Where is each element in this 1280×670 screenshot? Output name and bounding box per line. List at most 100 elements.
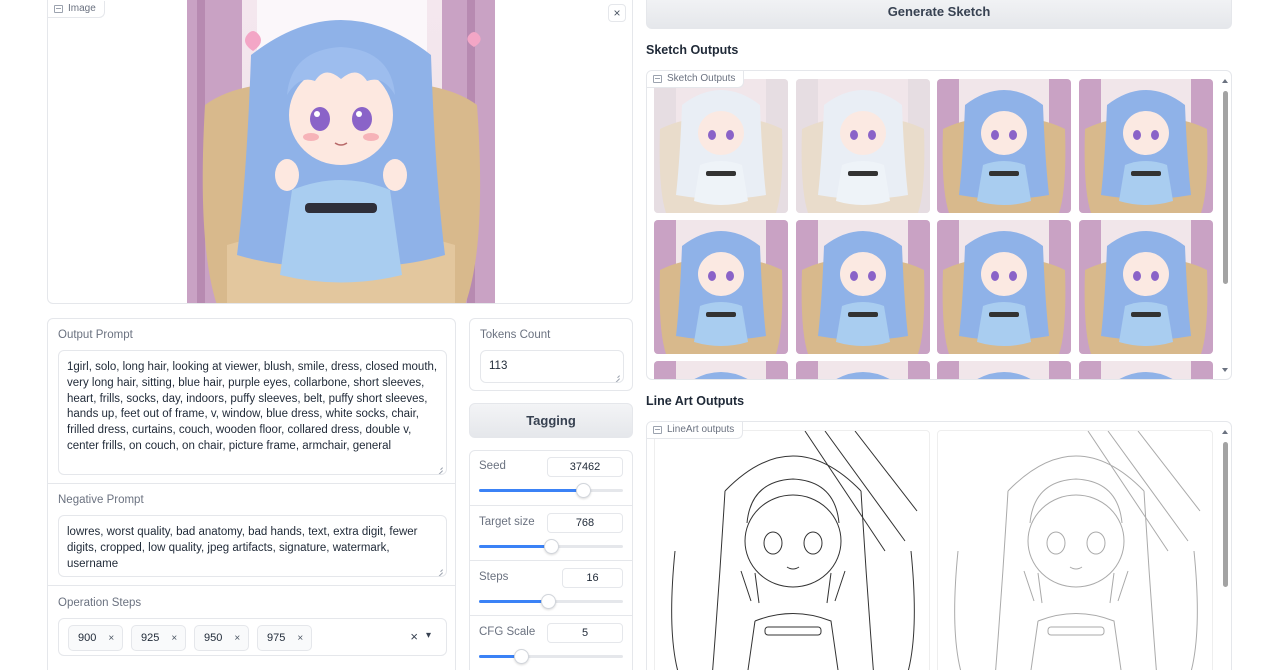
steps-track[interactable] — [479, 594, 623, 609]
step-chip[interactable]: 975 × — [257, 625, 313, 651]
sketch-image — [795, 361, 930, 379]
cfg-scale-track[interactable] — [479, 649, 623, 664]
sketch-gallery-label-text: Sketch Outputs — [667, 73, 736, 84]
seed-number-input[interactable]: 37462 — [547, 457, 623, 477]
target-size-track-fill — [479, 545, 551, 548]
sketch-thumbnail[interactable] — [654, 220, 788, 354]
steps-track-fill — [479, 600, 549, 603]
step-chip[interactable]: 950 × — [194, 625, 250, 651]
input-image[interactable] — [187, 0, 495, 303]
remove-chip-icon[interactable]: × — [234, 633, 240, 644]
sketch-gallery: Sketch Outputs — [646, 70, 1232, 380]
cfg-scale-slider-handle[interactable] — [513, 649, 529, 664]
sketch-thumbnail[interactable] — [937, 361, 1071, 379]
step-chip-value: 975 — [267, 632, 286, 644]
cfg-scale-slider: CFG Scale 5 — [469, 615, 633, 669]
scroll-up-icon[interactable] — [1222, 430, 1228, 434]
sketch-image — [795, 79, 930, 213]
resize-handle-icon[interactable] — [613, 372, 620, 379]
steps-number-input[interactable]: 16 — [562, 568, 623, 588]
sketch-image — [654, 220, 788, 354]
scroll-down-icon[interactable] — [1222, 368, 1228, 372]
sketch-image — [795, 220, 930, 354]
image-panel: Image × — [47, 0, 633, 304]
sketch-thumbnail[interactable] — [795, 220, 930, 354]
sketch-image — [937, 361, 1071, 379]
tagging-button[interactable]: Tagging — [469, 403, 633, 438]
step-chip-value: 900 — [78, 632, 97, 644]
target-size-track[interactable] — [479, 539, 623, 554]
operation-steps-multiselect[interactable]: 900 × 925 × 950 × 975 × × ▾ — [58, 618, 447, 656]
steps-slider-handle[interactable] — [541, 594, 557, 609]
target-size-slider: Target size 768 — [469, 505, 633, 559]
gallery-icon — [653, 74, 662, 83]
sketch-outputs-title: Sketch Outputs — [646, 43, 739, 57]
sketch-image — [1078, 220, 1213, 354]
sketch-image — [937, 79, 1071, 213]
lineart-image — [671, 431, 918, 670]
resize-handle-icon[interactable] — [436, 464, 443, 471]
cfg-scale-number-input[interactable]: 5 — [547, 623, 623, 643]
seed-track-fill — [479, 489, 583, 492]
scroll-up-icon[interactable] — [1222, 79, 1228, 83]
tokens-count-field[interactable]: 113 — [480, 350, 624, 383]
remove-chip-icon[interactable]: × — [171, 633, 177, 644]
lineart-image — [954, 431, 1201, 670]
tokens-count-value: 113 — [489, 360, 508, 372]
remove-chip-icon[interactable]: × — [297, 633, 303, 644]
steps-label: Steps — [479, 571, 509, 583]
sketch-thumbnail[interactable] — [1078, 79, 1213, 213]
image-label-text: Image — [68, 3, 96, 14]
operation-steps-panel: Operation Steps 900 × 925 × 950 × 975 × … — [47, 585, 456, 670]
close-image-button[interactable]: × — [608, 4, 626, 22]
tokens-count-label: Tokens Count — [480, 329, 551, 341]
lineart-gallery: LineArt outputs — [646, 421, 1232, 670]
output-prompt-panel: Output Prompt 1girl, solo, long hair, lo… — [47, 318, 456, 484]
chevron-down-icon[interactable]: ▾ — [426, 630, 431, 641]
target-size-label: Target size — [479, 516, 535, 528]
lineart-gallery-label: LineArt outputs — [647, 422, 744, 439]
clear-all-icon[interactable]: × — [410, 629, 418, 644]
step-chip-value: 950 — [204, 632, 223, 644]
steps-slider: Steps 16 — [469, 560, 633, 614]
sketch-image — [1078, 79, 1213, 213]
sketch-image — [1078, 361, 1213, 379]
remove-chip-icon[interactable]: × — [108, 633, 114, 644]
sketch-thumbnail[interactable] — [795, 79, 930, 213]
sketch-scrollbar[interactable] — [1223, 91, 1228, 284]
sketch-thumbnail[interactable] — [937, 79, 1071, 213]
lineart-thumbnail[interactable] — [654, 430, 930, 670]
step-chip[interactable]: 900 × — [68, 625, 124, 651]
negative-prompt-textarea[interactable]: lowres, worst quality, bad anatomy, bad … — [58, 515, 447, 577]
lineart-gallery-label-text: LineArt outputs — [667, 424, 735, 435]
image-label: Image — [48, 1, 105, 18]
step-chip-value: 925 — [141, 632, 160, 644]
sketch-thumbnail[interactable] — [1078, 361, 1213, 379]
close-icon: × — [613, 6, 621, 20]
step-chip[interactable]: 925 × — [131, 625, 187, 651]
sketch-gallery-label: Sketch Outputs — [647, 71, 745, 88]
anime-girl-illustration — [187, 0, 495, 303]
seed-label: Seed — [479, 460, 506, 472]
target-size-slider-handle[interactable] — [544, 539, 559, 554]
tokens-count-panel: Tokens Count 113 — [469, 318, 633, 391]
sketch-image — [654, 361, 788, 379]
lineart-scrollbar[interactable] — [1223, 442, 1228, 587]
sketch-thumbnail[interactable] — [937, 220, 1071, 354]
generate-sketch-button[interactable]: Generate Sketch — [646, 0, 1232, 29]
negative-prompt-text: lowres, worst quality, bad anatomy, bad … — [67, 526, 418, 570]
output-prompt-textarea[interactable]: 1girl, solo, long hair, looking at viewe… — [58, 350, 447, 475]
seed-slider-handle[interactable] — [575, 483, 591, 498]
target-size-number-input[interactable]: 768 — [547, 513, 623, 533]
resize-handle-icon[interactable] — [436, 566, 443, 573]
output-prompt-label: Output Prompt — [58, 329, 133, 341]
lineart-outputs-title: Line Art Outputs — [646, 394, 745, 408]
cfg-scale-label: CFG Scale — [479, 626, 536, 638]
seed-track[interactable] — [479, 483, 623, 498]
lineart-thumbnail[interactable] — [937, 430, 1213, 670]
sketch-thumbnail[interactable] — [795, 361, 930, 379]
sketch-thumbnail[interactable] — [654, 79, 788, 213]
sketch-thumbnail[interactable] — [1078, 220, 1213, 354]
negative-prompt-label: Negative Prompt — [58, 494, 144, 506]
sketch-thumbnail[interactable] — [654, 361, 788, 379]
